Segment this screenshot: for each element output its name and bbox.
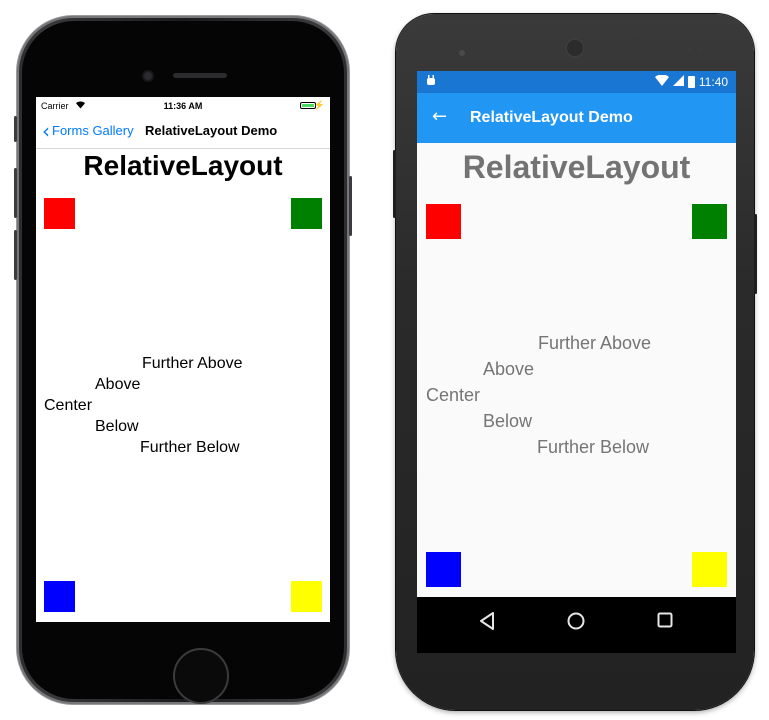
- android-camera-icon: [459, 50, 465, 56]
- front-camera-icon: [144, 72, 152, 80]
- layout-heading: RelativeLayout: [83, 150, 283, 181]
- android-layout-heading: RelativeLayout: [462, 149, 691, 185]
- android-label-further-below: Further Below: [537, 437, 650, 457]
- earpiece-speaker: [173, 73, 227, 78]
- arrow-left-icon[interactable]: ←: [432, 106, 447, 127]
- label-center: Center: [44, 397, 93, 414]
- volume-up-button: [14, 168, 17, 218]
- android-navigation-bar: [417, 597, 736, 653]
- yellow-box: [291, 581, 322, 612]
- android-notification-icon: [426, 75, 436, 89]
- recents-square-icon[interactable]: [657, 612, 673, 632]
- label-further-below: Further Below: [140, 439, 240, 456]
- proximity-sensor: [687, 48, 691, 52]
- chevron-left-icon: ‹: [42, 118, 50, 143]
- android-label-further-above: Further Above: [538, 333, 652, 353]
- light-sensor: [697, 48, 701, 52]
- android-earpiece-speaker: [567, 40, 583, 56]
- android-red-box: [426, 204, 461, 239]
- mute-switch: [14, 116, 17, 142]
- volume-down-button: [14, 230, 17, 280]
- home-button[interactable]: [173, 648, 229, 704]
- android-label-below: Below: [483, 411, 533, 431]
- cell-signal-icon: [672, 75, 684, 89]
- power-button: [349, 176, 352, 236]
- wifi-icon: [654, 74, 669, 89]
- page-title: RelativeLayout Demo: [145, 123, 278, 138]
- android-green-box: [692, 204, 727, 239]
- battery-charging-icon: [687, 76, 695, 88]
- iphone-device-frame: Carrier 11:36 AM ⚡ ‹ Forms Gallery Relat…: [14, 16, 352, 704]
- android-screen: 11:40 ← RelativeLayout Demo RelativeLayo…: [417, 71, 736, 653]
- red-box: [44, 198, 75, 229]
- android-toolbar: ← RelativeLayout Demo: [417, 93, 736, 143]
- green-box: [291, 198, 322, 229]
- android-volume-button: [754, 214, 757, 294]
- back-triangle-icon[interactable]: [479, 612, 495, 634]
- android-relative-layout-page: RelativeLayout Further Above Above Cente…: [417, 143, 736, 597]
- android-blue-box: [426, 552, 461, 587]
- blue-box: [44, 581, 75, 612]
- ios-screen: Carrier 11:36 AM ⚡ ‹ Forms Gallery Relat…: [36, 97, 330, 622]
- ios-status-bar: Carrier 11:36 AM ⚡: [36, 97, 330, 115]
- android-status-icons: 11:40: [654, 74, 728, 89]
- relative-layout-page: RelativeLayout Further Above Above Cente…: [36, 149, 330, 622]
- android-status-bar: 11:40: [417, 71, 736, 93]
- charging-bolt-icon: ⚡: [313, 100, 325, 110]
- back-button-label: Forms Gallery: [52, 123, 134, 138]
- android-status-time: 11:40: [698, 75, 728, 89]
- android-label-above: Above: [483, 359, 535, 379]
- back-button[interactable]: ‹ Forms Gallery: [42, 118, 134, 143]
- android-label-center: Center: [426, 385, 481, 405]
- ios-status-time: 11:36 AM: [163, 101, 203, 111]
- android-yellow-box: [692, 552, 727, 587]
- android-power-button: [393, 150, 396, 218]
- label-further-above: Further Above: [142, 355, 243, 372]
- label-below: Below: [95, 418, 139, 435]
- android-device-frame: 11:40 ← RelativeLayout Demo RelativeLayo…: [393, 14, 757, 710]
- android-page-title: RelativeLayout Demo: [470, 109, 633, 126]
- label-above: Above: [95, 376, 141, 393]
- home-circle-icon[interactable]: [567, 612, 585, 634]
- ios-navigation-bar: ‹ Forms Gallery RelativeLayout Demo: [36, 115, 330, 149]
